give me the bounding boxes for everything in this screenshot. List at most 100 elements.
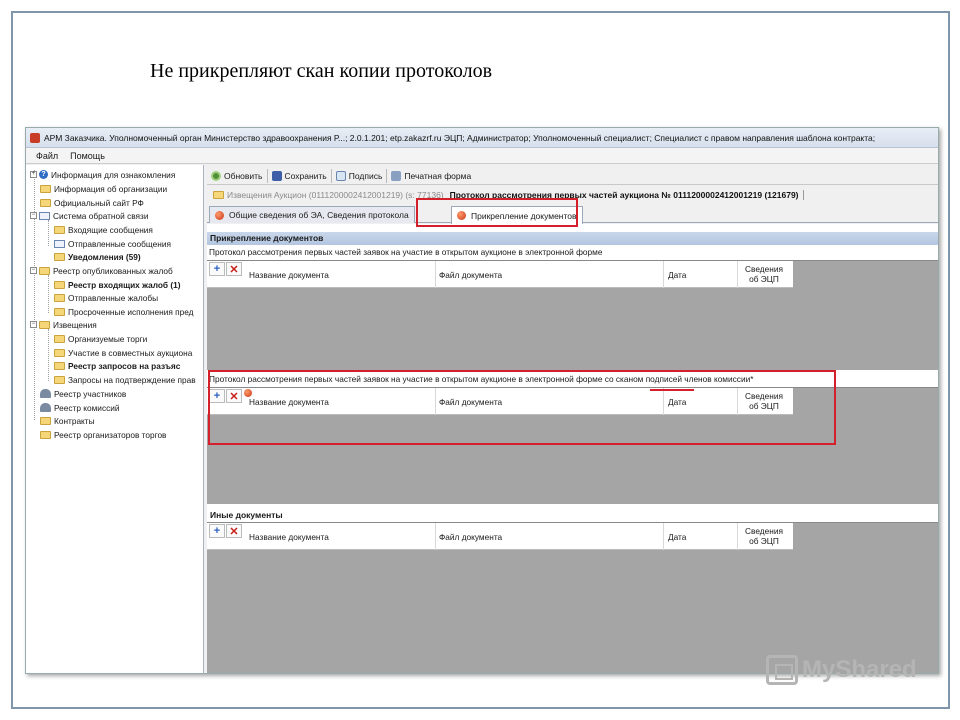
sidebar-item-info[interactable]: +? Информация для ознакомления xyxy=(30,168,175,181)
sidebar-item-notices[interactable]: − Извещения xyxy=(30,318,97,331)
folder-icon xyxy=(40,416,51,425)
col-ecp: Сведения об ЭЦП xyxy=(740,526,788,546)
print-label: Печатная форма xyxy=(404,170,472,181)
collapse-icon[interactable]: − xyxy=(30,267,37,274)
tree-guide xyxy=(48,275,49,313)
add-document-button[interactable]: + xyxy=(209,524,225,538)
folder-icon xyxy=(54,334,65,343)
sidebar-item-incoming-complaints[interactable]: Реестр входящих жалоб (1) xyxy=(54,278,181,291)
sidebar-item-contracts[interactable]: Контракты xyxy=(40,414,95,427)
sidebar-item-label: Реестр входящих жалоб (1) xyxy=(68,279,181,290)
grid-header: + ✕ Название документа Файл документа Да… xyxy=(207,261,793,288)
underline-scan-word xyxy=(650,389,694,391)
warning-icon xyxy=(215,210,224,220)
folder-icon xyxy=(54,252,65,261)
sidebar-item-label: Реестр опубликованных жалоб xyxy=(53,265,173,276)
folder-icon xyxy=(54,225,65,234)
folder-icon xyxy=(40,184,51,193)
collapse-icon[interactable]: − xyxy=(30,212,37,219)
breadcrumb-notices[interactable]: Извещения xyxy=(227,190,272,200)
section-header-attach: Прикрепление документов xyxy=(207,232,938,245)
info-icon: ? xyxy=(39,170,48,179)
sidebar-item-overdue[interactable]: Просроченные исполнения пред xyxy=(54,305,194,318)
folder-icon xyxy=(54,348,65,357)
tree-guide xyxy=(48,220,49,246)
col-separator xyxy=(435,523,436,550)
col-separator xyxy=(663,523,664,550)
sidebar-item-rights-requests[interactable]: Запросы на подтверждение прав xyxy=(54,373,196,386)
menu-help[interactable]: Помощь xyxy=(70,151,105,161)
sign-button[interactable]: Подпись xyxy=(332,168,388,183)
col-ecp-line2: об ЭЦП xyxy=(749,274,779,284)
print-form-button[interactable]: Печатная форма xyxy=(387,169,475,183)
sidebar-item-commissions[interactable]: Реестр комиссий xyxy=(40,401,120,414)
tab-general-info[interactable]: Общие сведения об ЭА, Сведения протокола xyxy=(209,206,415,223)
delete-document-button[interactable]: ✕ xyxy=(226,262,242,276)
sidebar-item-label: Участие в совместных аукциона xyxy=(68,347,193,358)
sidebar-item-sent[interactable]: Отправленные сообщения xyxy=(54,237,171,250)
folder-icon xyxy=(54,375,65,384)
sidebar-item-label: Уведомления (59) xyxy=(68,251,141,262)
sidebar-item-label: Реестр комиссий xyxy=(54,402,120,413)
sign-label: Подпись xyxy=(348,170,383,181)
menu-file[interactable]: Файл xyxy=(36,151,58,161)
sidebar-item-label: Отправленные жалобы xyxy=(68,292,159,303)
sidebar-item-label: Реестр участников xyxy=(54,388,127,399)
folder-icon xyxy=(54,293,65,302)
sidebar-item-label: Входящие сообщения xyxy=(68,224,153,235)
refresh-icon xyxy=(211,170,221,181)
sidebar-item-label: Контракты xyxy=(54,415,95,426)
sidebar-item-organizers[interactable]: Реестр организаторов торгов xyxy=(40,428,166,441)
sidebar-item-official-site[interactable]: Официальный сайт РФ xyxy=(40,196,144,209)
sidebar-item-participants[interactable]: Реестр участников xyxy=(40,387,126,400)
col-doc-name: Название документа xyxy=(249,532,329,542)
sidebar-item-feedback[interactable]: − Система обратной связи xyxy=(30,209,148,222)
col-date: Дата xyxy=(668,532,687,542)
save-button[interactable]: Сохранить xyxy=(268,168,332,183)
sidebar-item-inbox[interactable]: Входящие сообщения xyxy=(54,223,153,236)
slide-title: Не прикрепляют скан копии протоколов xyxy=(150,60,493,82)
tree-guide xyxy=(34,170,35,420)
sidebar-item-label: Отправленные сообщения xyxy=(68,238,171,249)
delete-document-button[interactable]: ✕ xyxy=(226,524,242,538)
people-icon xyxy=(40,389,51,398)
document-grid-protocol: + ✕ Название документа Файл документа Да… xyxy=(207,260,938,370)
people-icon xyxy=(40,403,51,412)
refresh-label: Обновить xyxy=(224,170,263,181)
sign-icon xyxy=(335,170,346,181)
toolbar: Обновить Сохранить Подпись Печатная форм… xyxy=(207,167,938,185)
sidebar-item-organized-tenders[interactable]: Организуемые торги xyxy=(54,332,147,345)
sidebar-item-joint-auctions[interactable]: Участие в совместных аукциона xyxy=(54,346,192,359)
save-label: Сохранить xyxy=(284,170,327,181)
menu-bar: Файл Помощь xyxy=(26,148,938,164)
sidebar-item-label: Запросы на подтверждение прав xyxy=(68,374,196,385)
col-ecp: Сведения об ЭЦП xyxy=(740,264,788,284)
col-doc-file: Файл документа xyxy=(439,270,503,280)
sidebar-item-label: Система обратной связи xyxy=(53,210,149,221)
mail-icon xyxy=(39,211,50,220)
col-ecp-line1: Сведения xyxy=(745,526,783,536)
attach-content: Прикрепление документов Протокол рассмот… xyxy=(207,224,938,673)
sidebar-item-notifications[interactable]: Уведомления (59) xyxy=(54,250,141,263)
col-doc-name: Название документа xyxy=(249,270,329,280)
tab-label: Общие сведения об ЭА, Сведения протокола xyxy=(229,210,409,220)
sidebar-item-clarification-requests[interactable]: Реестр запросов на разъяс xyxy=(54,359,180,372)
sidebar-item-org-info[interactable]: Информация об организации xyxy=(40,182,167,195)
collapse-icon[interactable]: − xyxy=(30,321,37,328)
section-header-other: Иные документы xyxy=(207,509,938,522)
folder-icon xyxy=(54,280,65,289)
col-ecp-line2: об ЭЦП xyxy=(749,536,779,546)
sidebar-item-label: Реестр запросов на разъяс xyxy=(68,360,181,371)
expand-icon[interactable]: + xyxy=(30,171,37,178)
sidebar-item-label: Информация об организации xyxy=(54,183,168,194)
watermark: MyShared xyxy=(766,655,917,685)
sidebar-item-published-complaints[interactable]: − Реестр опубликованных жалоб xyxy=(30,264,173,277)
add-document-button[interactable]: + xyxy=(209,262,225,276)
sidebar-item-label: Извещения xyxy=(53,319,97,330)
col-separator xyxy=(663,261,664,288)
refresh-button[interactable]: Обновить xyxy=(207,168,268,183)
sidebar-tree[interactable]: +? Информация для ознакомления Информация… xyxy=(26,165,204,673)
col-ecp-line1: Сведения xyxy=(745,264,783,274)
folder-icon xyxy=(40,198,51,207)
sidebar-item-sent-complaints[interactable]: Отправленные жалобы xyxy=(54,291,158,304)
